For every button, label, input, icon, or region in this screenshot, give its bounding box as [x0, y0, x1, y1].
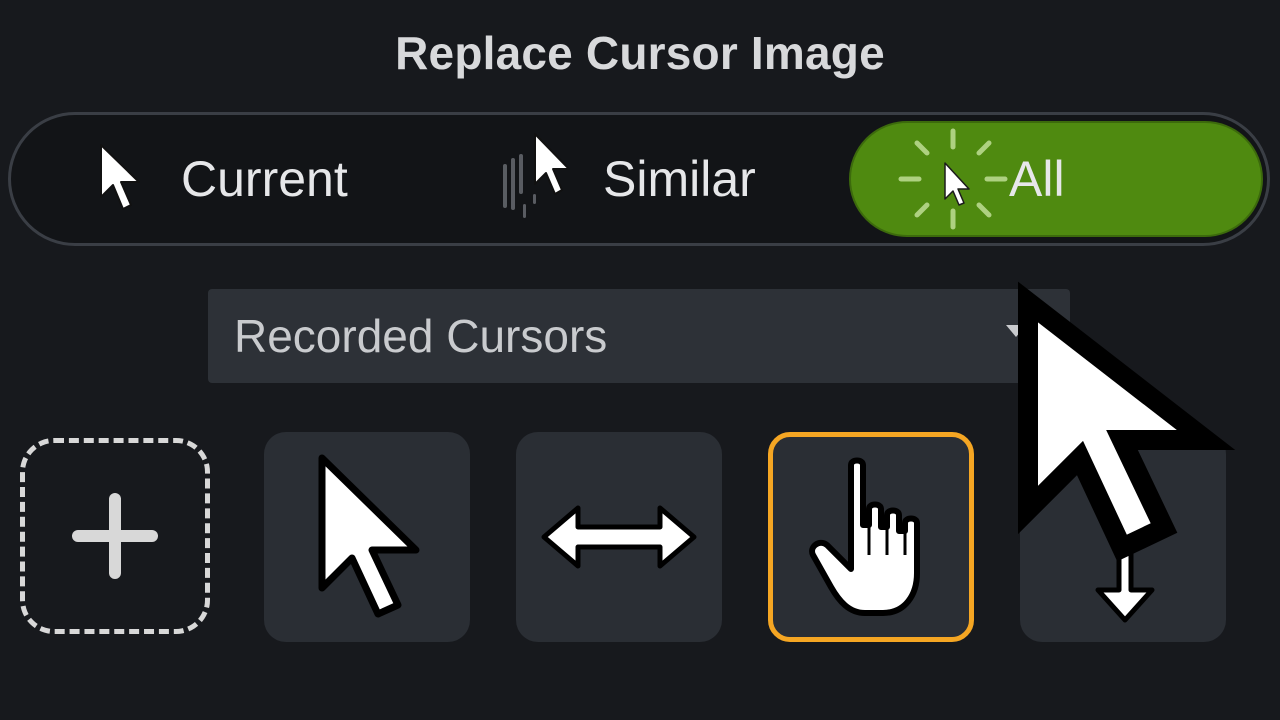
add-icon [72, 493, 158, 579]
cursor-tile-down-arrow[interactable] [1020, 432, 1226, 642]
down-arrow-cursor-icon [1095, 533, 1155, 623]
dropdown-selected-value: Recorded Cursors [234, 310, 608, 362]
cursor-source-dropdown[interactable]: Recorded Cursors [208, 289, 1070, 383]
all-cursors-icon [898, 128, 1008, 230]
panel-title: Replace Cursor Image [395, 27, 885, 79]
add-cursor-button[interactable] [20, 438, 210, 634]
hand-pointer-cursor-icon [809, 457, 920, 616]
replace-cursor-panel: Replace Cursor Image Current Similar All… [0, 0, 1280, 720]
scope-option-label: Current [181, 151, 348, 207]
scope-option-current[interactable]: Current [93, 115, 348, 243]
scope-segmented-control: Current Similar All [8, 112, 1270, 246]
scope-option-similar[interactable]: Similar [497, 115, 756, 243]
cursor-tile-hand-pointer[interactable] [768, 432, 974, 642]
scope-option-label: All [1009, 151, 1065, 207]
similar-cursor-icon [503, 133, 570, 218]
scope-option-all[interactable]: All [898, 115, 1065, 243]
cursor-tile-arrow[interactable] [264, 432, 470, 642]
scope-option-label: Similar [603, 151, 756, 207]
horizontal-resize-cursor-icon [541, 505, 697, 569]
chevron-down-icon [1006, 325, 1026, 337]
arrow-cursor-icon [100, 144, 140, 210]
arrow-cursor-icon [318, 454, 420, 618]
cursor-tile-horizontal-resize[interactable] [516, 432, 722, 642]
